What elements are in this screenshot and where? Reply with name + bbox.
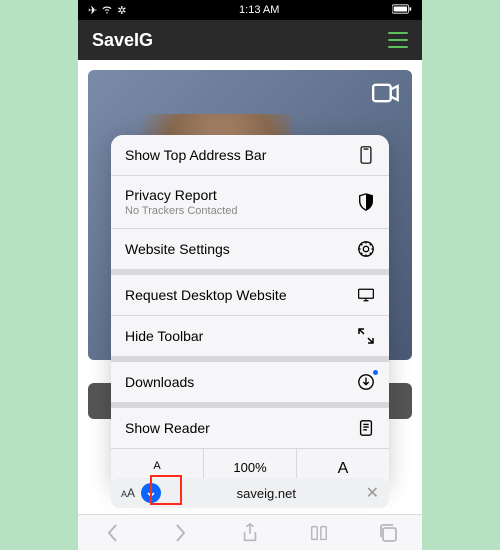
battery-icon xyxy=(392,4,412,17)
phone-icon xyxy=(357,146,375,164)
menu-show-reader[interactable]: Show Reader xyxy=(111,403,389,449)
shield-icon xyxy=(357,193,375,211)
phone-frame: ✈ ✲ 1:13 AM SaveIG Show Top Address Bar xyxy=(78,0,422,550)
share-icon[interactable] xyxy=(240,523,260,543)
wifi-icon xyxy=(101,4,113,17)
reader-icon xyxy=(357,419,375,437)
brand-logo: SaveIG xyxy=(92,30,153,51)
highlight-annotation xyxy=(150,475,182,505)
menu-label: Show Top Address Bar xyxy=(125,147,266,163)
downloads-badge xyxy=(373,370,378,375)
back-icon[interactable] xyxy=(102,523,122,543)
menu-label: Show Reader xyxy=(125,420,210,436)
site-header: SaveIG xyxy=(78,20,422,60)
desktop-icon xyxy=(357,286,375,304)
status-time: 1:13 AM xyxy=(239,4,279,16)
gear-icon xyxy=(357,240,375,258)
loading-icon: ✲ xyxy=(117,4,126,17)
menu-website-settings[interactable]: Website Settings xyxy=(111,229,389,270)
menu-hide-toolbar[interactable]: Hide Toolbar xyxy=(111,316,389,357)
status-bar: ✈ ✲ 1:13 AM xyxy=(78,0,422,20)
menu-label: Hide Toolbar xyxy=(125,328,203,344)
tabs-icon[interactable] xyxy=(378,523,398,543)
menu-top-address-bar[interactable]: Show Top Address Bar xyxy=(111,135,389,176)
menu-sublabel: No Trackers Contacted xyxy=(125,205,238,217)
hamburger-icon[interactable] xyxy=(388,32,408,48)
expand-icon xyxy=(357,327,375,345)
menu-label: Downloads xyxy=(125,374,194,390)
menu-label: Request Desktop Website xyxy=(125,287,287,303)
url-text: saveig.net xyxy=(167,486,366,501)
page-settings-menu: Show Top Address Bar Privacy Report No T… xyxy=(111,135,389,489)
bookmarks-icon[interactable] xyxy=(309,523,329,543)
menu-label: Privacy Report xyxy=(125,187,217,203)
video-icon xyxy=(372,82,400,104)
clear-icon[interactable]: ✕ xyxy=(366,483,379,503)
menu-request-desktop[interactable]: Request Desktop Website xyxy=(111,270,389,316)
menu-privacy-report[interactable]: Privacy Report No Trackers Contacted xyxy=(111,176,389,229)
bottom-toolbar xyxy=(78,514,422,550)
forward-icon[interactable] xyxy=(171,523,191,543)
airplane-icon: ✈ xyxy=(88,4,97,17)
text-size-button[interactable]: AA xyxy=(121,486,135,500)
menu-downloads[interactable]: Downloads xyxy=(111,357,389,403)
menu-label: Website Settings xyxy=(125,241,230,257)
download-icon xyxy=(357,373,375,391)
